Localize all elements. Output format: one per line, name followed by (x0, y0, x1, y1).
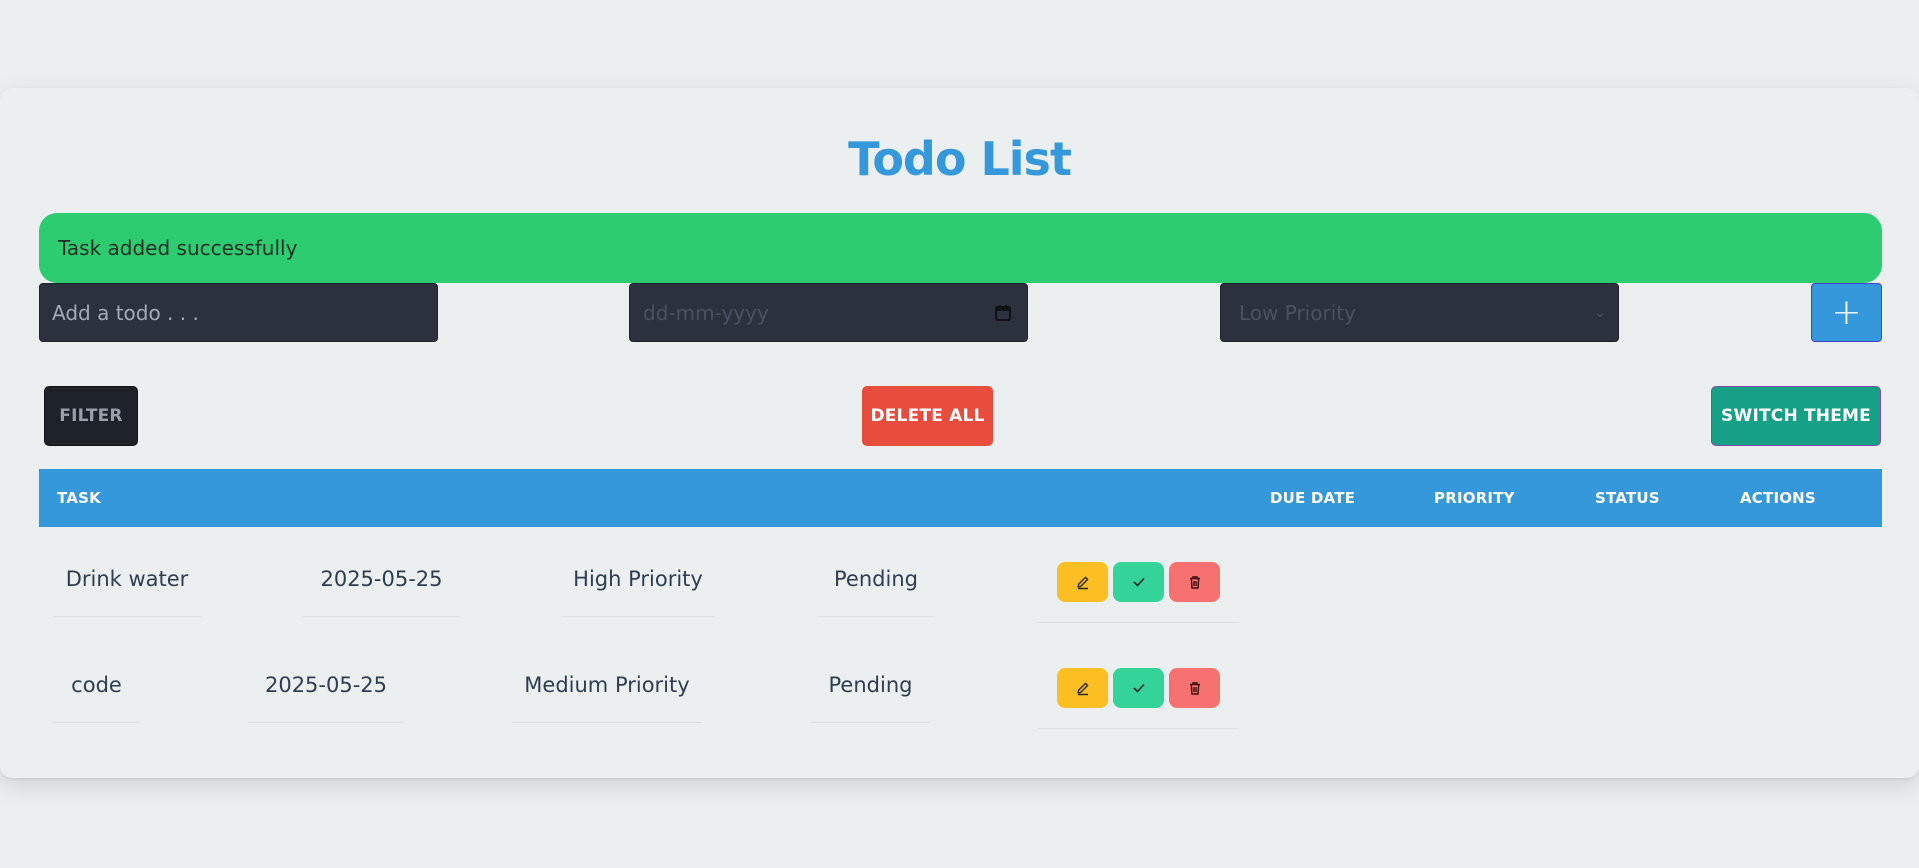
todo-card: Todo List Task added successfully Add a … (0, 88, 1919, 778)
priority-cell: Medium Priority (512, 647, 702, 723)
complete-button[interactable] (1113, 667, 1164, 708)
status-cell: Pending (817, 541, 935, 617)
date-placeholder: dd-mm-yyyy (643, 300, 769, 325)
switch-theme-button[interactable]: SWITCH THEME (1711, 386, 1881, 446)
task-cell: Drink water (53, 541, 201, 617)
header-status: STATUS (1595, 489, 1660, 507)
add-todo-button[interactable]: + (1811, 283, 1882, 342)
pencil-icon (1076, 576, 1088, 589)
due-date-cell: 2025-05-25 (248, 647, 404, 723)
todo-input[interactable]: Add a todo . . . (39, 283, 438, 342)
row-actions (1038, 647, 1239, 729)
filter-button[interactable]: FILTER (44, 386, 138, 446)
edit-button[interactable] (1057, 667, 1108, 708)
chevron-down-icon: ⌄ (1594, 304, 1606, 321)
page-title: Todo List (848, 132, 1072, 186)
delete-all-button[interactable]: DELETE ALL (862, 386, 993, 446)
complete-button[interactable] (1113, 561, 1164, 602)
header-priority: PRIORITY (1434, 489, 1515, 507)
check-icon (1133, 683, 1144, 693)
todo-input-placeholder: Add a todo . . . (52, 300, 199, 325)
success-alert: Task added successfully (39, 213, 1882, 283)
header-due-date: DUE DATE (1270, 489, 1356, 507)
calendar-icon[interactable] (993, 303, 1013, 323)
header-actions: ACTIONS (1740, 489, 1816, 507)
check-icon (1133, 577, 1144, 587)
due-date-input[interactable]: dd-mm-yyyy (629, 283, 1028, 342)
status-cell: Pending (811, 647, 930, 723)
due-date-cell: 2025-05-25 (303, 541, 460, 617)
delete-button[interactable] (1169, 561, 1220, 602)
trash-icon (1189, 575, 1200, 589)
priority-cell: High Priority (561, 541, 715, 617)
row-actions (1038, 541, 1239, 623)
delete-button[interactable] (1169, 667, 1220, 708)
header-task: TASK (57, 489, 101, 507)
priority-selected-value: Low Priority (1239, 300, 1356, 325)
pencil-icon (1076, 682, 1088, 695)
task-cell: code (53, 647, 140, 723)
trash-icon (1189, 681, 1200, 695)
alert-message: Task added successfully (58, 236, 298, 260)
edit-button[interactable] (1057, 561, 1108, 602)
table-header: TASK DUE DATE PRIORITY STATUS ACTIONS (39, 469, 1882, 527)
plus-icon: + (1831, 292, 1862, 333)
priority-select[interactable]: Low Priority ⌄ (1220, 283, 1619, 342)
